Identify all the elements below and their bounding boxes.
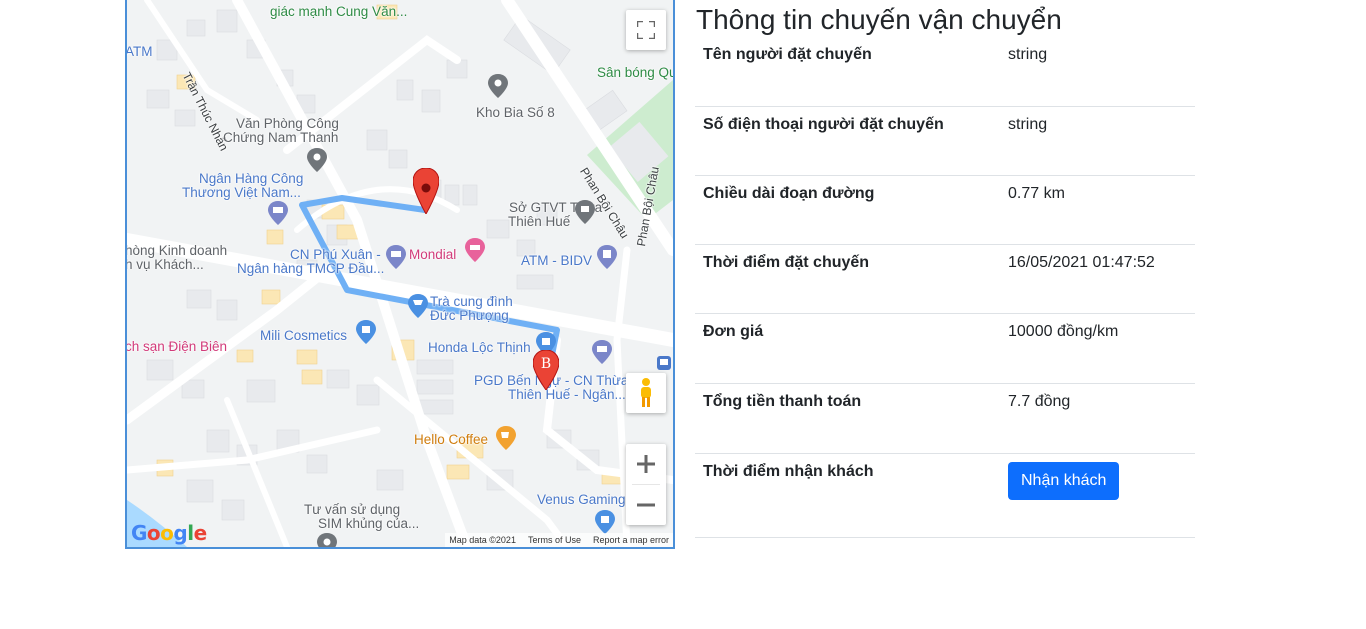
government-icon[interactable]	[575, 200, 595, 224]
map-label: SIM khủng của...	[318, 516, 420, 531]
minus-icon	[637, 503, 655, 507]
row-label: Đơn giá	[695, 313, 1000, 384]
table-row: Tổng tiền thanh toán 7.7 đồng	[695, 383, 1195, 454]
place-pin-icon[interactable]	[307, 148, 327, 172]
plus-icon	[637, 455, 655, 473]
shopping-bag-icon[interactable]	[595, 510, 615, 534]
map-label: Venus Gaming	[537, 492, 626, 507]
fullscreen-button[interactable]	[626, 10, 666, 50]
map-label: h vụ Khách...	[125, 257, 204, 272]
bus-stop-icon[interactable]	[657, 356, 671, 370]
trip-info-panel: Thông tin chuyến vận chuyển Tên người đặ…	[695, 0, 1195, 538]
row-value: 10000 đồng/km	[1000, 313, 1195, 384]
map-label: giác mạnh Cung Văn...	[270, 4, 408, 19]
table-row: Tên người đặt chuyến string	[695, 37, 1195, 107]
map-label: ch sạn Điện Biên	[125, 339, 228, 354]
zoom-out-button[interactable]	[626, 485, 666, 525]
map-label: Văn Phòng Công	[236, 116, 339, 131]
map-label: Honda Lộc Thịnh	[428, 340, 531, 355]
map-label: Sân bóng Qu	[597, 65, 675, 80]
row-label: Tổng tiền thanh toán	[695, 383, 1000, 454]
map-label: Đức Phượng	[430, 308, 509, 323]
hotel-icon[interactable]	[465, 238, 485, 262]
marker-b-letter: B	[541, 356, 551, 372]
table-row: Thời điểm nhận khách Nhận khách	[695, 453, 1195, 538]
map-label: Kho Bia Số 8	[476, 105, 555, 120]
place-pin-icon[interactable]	[317, 533, 337, 549]
street-view-button[interactable]	[626, 373, 666, 413]
row-action-cell: Nhận khách	[1000, 453, 1195, 538]
row-value: 7.7 đồng	[1000, 383, 1195, 454]
bank-icon[interactable]	[268, 201, 288, 225]
route-map[interactable]: giác mạnh Cung Văn... ATM Trần Thúc Nhẫn…	[125, 0, 675, 549]
map-label: Thiên Huế - Ngân...	[508, 387, 626, 402]
map-label: Mondial	[409, 247, 457, 262]
map-label: Chứng Nam Thanh	[223, 130, 339, 145]
map-marker-icon[interactable]	[413, 168, 439, 214]
coffee-icon[interactable]	[496, 426, 516, 450]
table-row: Đơn giá 10000 đồng/km	[695, 313, 1195, 384]
place-pin-icon[interactable]	[488, 74, 508, 98]
row-value: string	[1000, 37, 1195, 107]
row-value: string	[1000, 106, 1195, 176]
map-label: CN Phú Xuân -	[290, 247, 381, 262]
table-row: Số điện thoại người đặt chuyến string	[695, 106, 1195, 176]
map-label: Ngân Hàng Công	[199, 171, 304, 186]
pickup-customer-button[interactable]: Nhận khách	[1008, 461, 1120, 500]
map-tiles	[127, 0, 673, 547]
google-logo[interactable]: Google	[131, 521, 207, 545]
map-label: Thương Việt Nam...	[182, 185, 301, 200]
map-label: ATM - BIDV	[521, 253, 593, 268]
fullscreen-icon	[637, 21, 655, 39]
table-row: Thời điểm đặt chuyến 16/05/2021 01:47:52	[695, 244, 1195, 314]
pegman-icon	[641, 378, 651, 407]
row-label: Thời điểm đặt chuyến	[695, 244, 1000, 314]
bank-icon[interactable]	[386, 245, 406, 269]
report-error-link[interactable]: Report a map error	[593, 535, 669, 545]
map-label: hòng Kinh doanh	[125, 243, 228, 258]
atm-icon[interactable]	[597, 245, 617, 269]
map-label: Hello Coffee	[414, 432, 489, 447]
row-value: 16/05/2021 01:47:52	[1000, 244, 1195, 314]
map-marker-b-icon[interactable]: B	[533, 350, 559, 390]
map-label: Ngân hàng TMCP Đầu...	[237, 261, 385, 276]
row-label: Số điện thoại người đặt chuyến	[695, 106, 1000, 176]
shopping-bag-icon[interactable]	[356, 320, 376, 344]
trip-info-table: Tên người đặt chuyến string Số điện thoạ…	[695, 37, 1195, 538]
zoom-control	[626, 444, 666, 525]
map-label: ATM	[125, 44, 153, 59]
map-label: Tư vấn sử dụng	[304, 502, 401, 517]
zoom-in-button[interactable]	[626, 444, 666, 484]
map-data-attribution: Map data ©2021	[449, 535, 516, 545]
row-label: Thời điểm nhận khách	[695, 453, 1000, 538]
map-footer: Map data ©2021 Terms of Use Report a map…	[445, 533, 673, 547]
map-label: Trà cung đình	[430, 294, 513, 309]
terms-of-use-link[interactable]: Terms of Use	[528, 535, 581, 545]
shopping-cart-icon[interactable]	[408, 294, 428, 318]
row-label: Tên người đặt chuyến	[695, 37, 1000, 107]
map-label: Thiên Huế	[508, 214, 571, 229]
map-label: Mili Cosmetics	[260, 328, 348, 343]
row-value: 0.77 km	[1000, 175, 1195, 245]
page-title: Thông tin chuyến vận chuyển	[696, 4, 1062, 35]
row-label: Chiều dài đoạn đường	[695, 175, 1000, 245]
bank-icon[interactable]	[592, 340, 612, 364]
table-row: Chiều dài đoạn đường 0.77 km	[695, 175, 1195, 245]
